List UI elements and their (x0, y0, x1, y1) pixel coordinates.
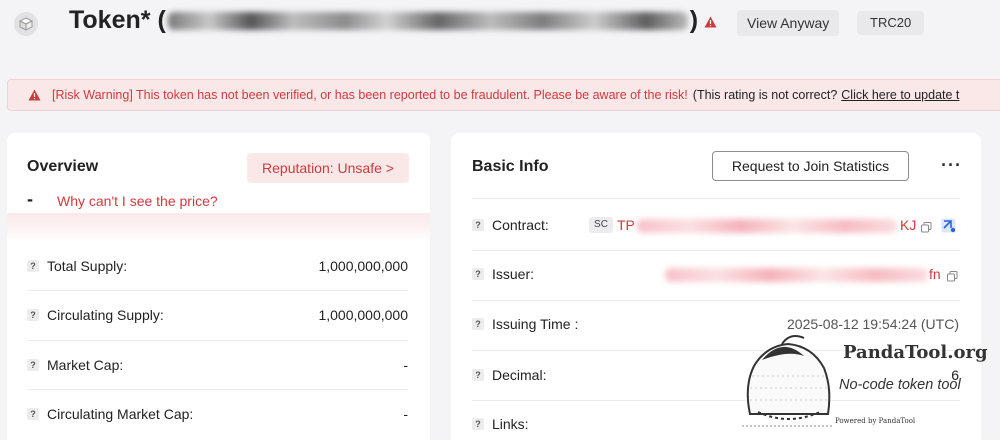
row-divider (27, 389, 408, 390)
overview-card: Overview Reputation: Unsafe > - Why can'… (7, 133, 430, 440)
total-supply-label: Total Supply: (47, 258, 128, 274)
help-icon[interactable]: ? (27, 359, 39, 371)
issuing-time-row: ? Issuing Time : (472, 316, 578, 332)
decimal-row: ? Decimal: (472, 367, 546, 383)
help-icon[interactable]: ? (27, 260, 39, 272)
links-label: Links: (492, 416, 529, 432)
issuing-time-label: Issuing Time : (492, 316, 579, 332)
contract-label: Contract: (492, 217, 549, 233)
risk-warning-text: [Risk Warning] This token has not been v… (52, 88, 688, 102)
circulating-supply-value: 1,000,000,000 (318, 307, 408, 323)
warning-icon (704, 6, 717, 35)
help-icon[interactable]: ? (472, 318, 484, 330)
redacted-issuer-address (665, 268, 928, 282)
help-icon[interactable]: ? (27, 408, 39, 420)
market-cap-row: ? Market Cap: (27, 357, 123, 373)
help-icon[interactable]: ? (472, 219, 484, 231)
circulating-supply-row: ? Circulating Supply: (27, 307, 164, 323)
reputation-button[interactable]: Reputation: Unsafe > (247, 153, 409, 183)
watermark-powered-by: Powered by PandaTool (835, 417, 916, 425)
price-help-link[interactable]: Why can't I see the price? (57, 193, 218, 209)
view-anyway-button[interactable]: View Anyway (737, 10, 840, 36)
decimal-label: Decimal: (492, 367, 547, 383)
contract-address-prefix[interactable]: TP (617, 217, 635, 233)
contract-row: ? Contract: (472, 217, 549, 233)
help-icon[interactable]: ? (472, 369, 484, 381)
redacted-token-name (167, 11, 688, 30)
token-title-prefix: Token* ( (69, 6, 166, 34)
links-row: ? Links: (472, 416, 529, 432)
help-icon[interactable]: ? (27, 309, 39, 321)
more-options-button[interactable]: ··· (941, 155, 962, 176)
update-rating-link[interactable]: Click here to update t (841, 88, 959, 102)
smart-contract-badge: SC (589, 217, 613, 233)
issuer-label: Issuer: (492, 266, 535, 282)
panda-mascot-icon (742, 335, 834, 427)
pandatool-watermark: PandaTool.org No-code token tool Powered… (738, 300, 1000, 440)
total-supply-row: ? Total Supply: (27, 258, 127, 274)
basic-info-title: Basic Info (472, 158, 549, 175)
copy-icon[interactable] (947, 269, 958, 287)
circulating-market-cap-row: ? Circulating Market Cap: (27, 406, 193, 422)
request-join-statistics-button[interactable]: Request to Join Statistics (712, 151, 909, 181)
contract-address-suffix[interactable]: KJ (900, 217, 916, 233)
issuer-row: ? Issuer: (472, 266, 534, 282)
market-cap-label: Market Cap: (47, 357, 124, 373)
token-logo-icon (14, 12, 38, 36)
help-icon[interactable]: ? (472, 418, 484, 430)
rating-note-text: (This rating is not correct? (692, 88, 838, 102)
watermark-tagline: No-code token tool (839, 377, 961, 393)
row-divider (27, 290, 408, 291)
header-divider (472, 198, 960, 199)
risk-warning-banner: [Risk Warning] This token has not been v… (7, 79, 1000, 111)
row-divider (27, 340, 408, 341)
circulating-market-cap-label: Circulating Market Cap: (47, 406, 194, 422)
circulating-supply-label: Circulating Supply: (47, 307, 164, 323)
price-fade-bar (7, 213, 430, 241)
price-value: - (27, 189, 33, 209)
contract-explorer-icon[interactable] (941, 218, 956, 238)
help-icon[interactable]: ? (472, 268, 484, 280)
redacted-contract-address (637, 219, 897, 233)
market-cap-value: - (403, 357, 408, 373)
circulating-market-cap-value: - (403, 406, 408, 422)
total-supply-value: 1,000,000,000 (318, 258, 408, 274)
row-divider (472, 250, 960, 251)
token-title-suffix: ) (689, 6, 699, 34)
page-title: Token* ( ) (69, 6, 717, 35)
issuer-address-suffix[interactable]: fn (929, 266, 941, 282)
watermark-brand: PandaTool.org (843, 342, 988, 363)
overview-title: Overview (27, 158, 99, 175)
copy-icon[interactable] (921, 220, 932, 238)
risk-warning-icon (28, 89, 41, 101)
token-standard-tag: TRC20 (857, 11, 925, 35)
page-header: Token* ( ) View Anyway TRC20 (0, 0, 1000, 48)
